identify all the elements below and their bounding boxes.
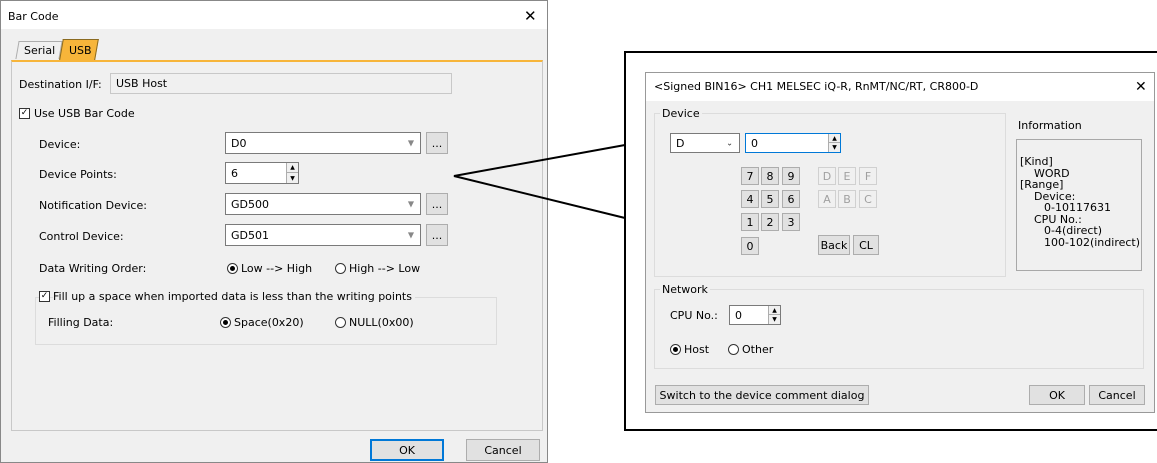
host-label: Host (684, 343, 710, 356)
cancel-button[interactable]: Cancel (1089, 385, 1145, 405)
key-1[interactable]: 1 (741, 213, 759, 231)
key-e[interactable]: E (838, 167, 856, 185)
device-type-dropdown[interactable]: D ⌄ (670, 133, 740, 153)
host-radio[interactable] (670, 344, 681, 355)
key-9[interactable]: 9 (782, 167, 800, 185)
key-a[interactable]: A (818, 190, 836, 208)
info-line: [Range] (1020, 178, 1064, 191)
network-group (654, 289, 1144, 369)
callout-line (453, 144, 626, 219)
stepper-arrows[interactable]: ▲ ▼ (768, 306, 780, 324)
key-4[interactable]: 4 (741, 190, 759, 208)
key-8[interactable]: 8 (761, 167, 779, 185)
key-b[interactable]: B (838, 190, 856, 208)
info-line: 0-4(direct) (1044, 224, 1102, 237)
info-line: [Kind] (1020, 155, 1053, 168)
device-number-stepper[interactable]: 0 ▲ ▼ (745, 133, 841, 153)
info-line: 0-10117631 (1044, 201, 1111, 214)
back-button[interactable]: Back (818, 235, 850, 255)
close-icon[interactable]: ✕ (1135, 79, 1147, 95)
stepper-arrows[interactable]: ▲ ▼ (828, 134, 840, 152)
switch-comment-button[interactable]: Switch to the device comment dialog (655, 385, 869, 405)
info-line: 100-102(indirect) (1044, 235, 1141, 249)
information-label: Information (1018, 119, 1082, 132)
key-c[interactable]: C (859, 190, 877, 208)
information-panel: [Kind] WORD [Range] Device: 0-10117631 C… (1016, 139, 1142, 271)
key-2[interactable]: 2 (761, 213, 779, 231)
network-group-title: Network (660, 283, 710, 296)
key-3[interactable]: 3 (782, 213, 800, 231)
device-group-title: Device (660, 107, 702, 120)
clear-button[interactable]: CL (853, 235, 879, 255)
device-dialog: <Signed BIN16> CH1 MELSEC iQ-R, RnMT/NC/… (645, 72, 1155, 413)
key-5[interactable]: 5 (761, 190, 779, 208)
chevron-down-icon: ⌄ (726, 138, 733, 148)
other-label: Other (742, 343, 774, 356)
cpu-label: CPU No.: (670, 309, 718, 322)
key-7[interactable]: 7 (741, 167, 759, 185)
key-d[interactable]: D (818, 167, 836, 185)
cpu-stepper[interactable]: 0 ▲ ▼ (729, 305, 781, 325)
ok-button[interactable]: OK (1029, 385, 1085, 405)
key-6[interactable]: 6 (782, 190, 800, 208)
dialog-title: <Signed BIN16> CH1 MELSEC iQ-R, RnMT/NC/… (654, 80, 979, 93)
other-radio[interactable] (728, 344, 739, 355)
title-bar: <Signed BIN16> CH1 MELSEC iQ-R, RnMT/NC/… (646, 73, 1154, 101)
key-f[interactable]: F (859, 167, 877, 185)
key-0[interactable]: 0 (741, 237, 759, 255)
